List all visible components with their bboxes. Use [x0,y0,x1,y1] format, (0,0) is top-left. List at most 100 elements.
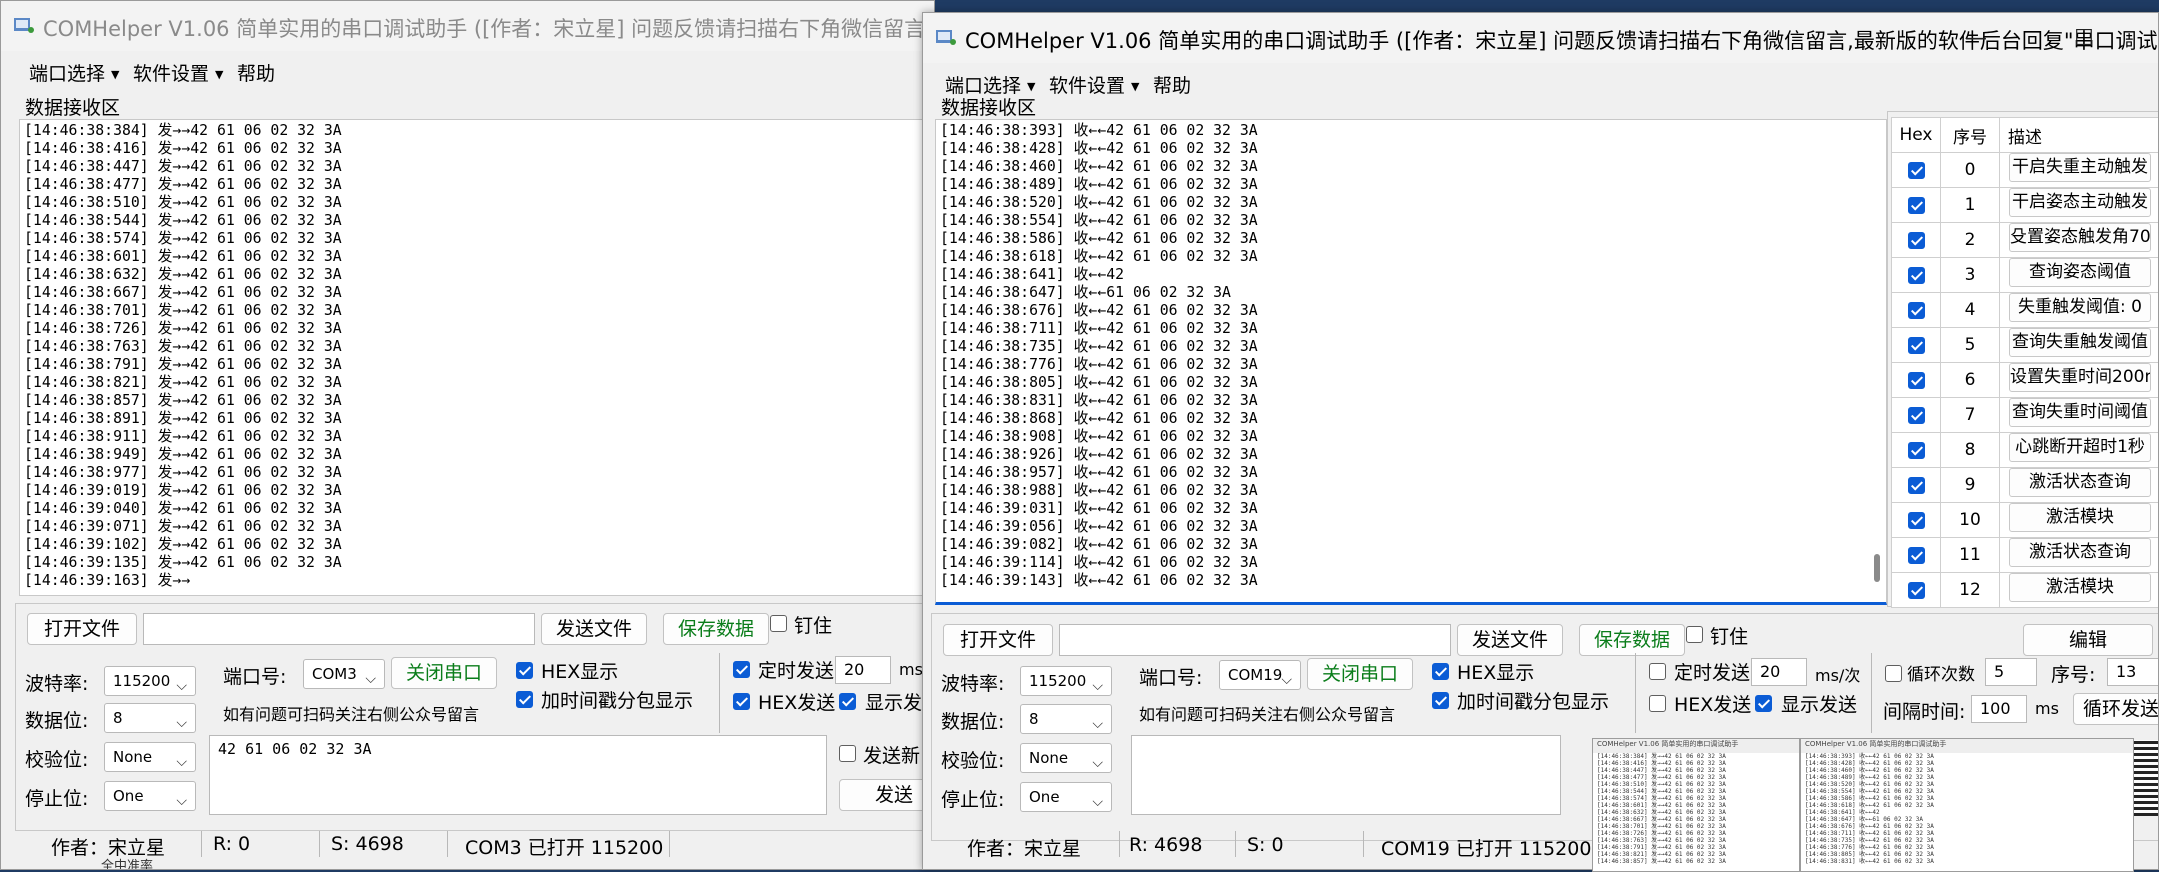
send-button[interactable]: 发送 [839,779,935,811]
hex-checkbox[interactable] [1908,547,1925,564]
command-send-button[interactable]: 设置失重时间200m [2009,363,2151,392]
baud-select[interactable]: 115200⌵ [104,666,196,696]
timed-send-checkbox[interactable] [1649,663,1666,680]
hex-checkbox[interactable] [1908,162,1925,179]
log-line: [14:46:38:763] 发→→42 61 06 02 32 3A [1593,837,1799,844]
command-send-button[interactable]: 激活状态查询 [2009,468,2151,497]
command-send-button[interactable]: 心跳断开超时1秒 [2009,433,2151,462]
command-send-button[interactable]: 干启姿态主动触发 [2009,188,2151,217]
hex-checkbox[interactable] [1908,232,1925,249]
hex-display-checkbox[interactable] [516,662,533,679]
scrollbar-thumb[interactable] [1874,554,1880,582]
hex-checkbox[interactable] [1908,512,1925,529]
send-input[interactable] [1131,735,1561,815]
hex-send-label: HEX发送 [1674,690,1751,717]
command-send-button[interactable]: 激活模块 [2009,503,2151,532]
hex-send-checkbox[interactable] [1649,695,1666,712]
hex-display-checkbox[interactable] [1432,663,1449,680]
send-file-button[interactable]: 发送文件 [1457,624,1563,656]
pin-checkbox[interactable] [1686,626,1703,643]
menu-settings[interactable]: 软件设置▼ [133,59,223,86]
title-bar[interactable]: COMHelper V1.06 简单实用的串口调试助手 ([作者：宋立星] 问题… [1,1,934,51]
minimize-icon[interactable]: — [1953,21,1999,57]
command-send-button[interactable]: 查询姿态阈值 [2009,258,2151,287]
command-send-button[interactable]: 激活状态查询 [2009,538,2151,567]
data-bits-select[interactable]: 8⌵ [1020,704,1112,734]
loop-count-checkbox[interactable] [1885,665,1902,682]
title-bar[interactable]: COMHelper V1.06 简单实用的串口调试助手 ([作者：宋立星] 问题… [923,13,2158,63]
index-cell: 10 [1941,503,2000,538]
scrollbar[interactable] [1872,122,1884,600]
loop-send-button[interactable]: 循环发送 [2073,693,2159,725]
menu-settings[interactable]: 软件设置▼ [1049,71,1139,98]
open-file-button[interactable]: 打开文件 [943,624,1053,656]
send-newline-checkbox[interactable] [839,745,856,762]
timestamp-checkbox[interactable] [1432,692,1449,709]
chevron-down-icon: ▼ [1131,80,1139,93]
receive-area[interactable]: [14:46:38:384] 发→→42 61 06 02 32 3A[14:4… [19,119,935,596]
command-send-button[interactable]: 失重触发阈值: 0 [2009,293,2151,322]
loop-count-input[interactable]: 5 [1985,658,2037,686]
menu-port-select[interactable]: 端口选择▼ [29,59,119,86]
timed-send-checkbox[interactable] [733,661,750,678]
close-port-button[interactable]: 关闭串口 [391,657,497,689]
command-row: 1干启姿态主动触发 [1892,188,2159,223]
seq-input[interactable]: 13 [2107,658,2159,686]
hex-send-label: HEX发送 [758,688,835,715]
file-path-input[interactable] [143,613,535,645]
show-send-checkbox[interactable] [839,693,856,710]
edit-button[interactable]: 编辑 [2023,624,2153,656]
stop-bits-select[interactable]: One⌵ [104,781,196,811]
hex-checkbox[interactable] [1908,302,1925,319]
port-label: 端口号: [223,662,286,689]
save-data-button[interactable]: 保存数据 [1579,624,1685,656]
command-send-button[interactable]: 查询失重触发阈值 [2009,328,2151,357]
save-data-button[interactable]: 保存数据 [663,613,769,645]
menu-help[interactable]: 帮助 [237,59,275,86]
stop-bits-label: 停止位: [25,784,88,811]
command-send-button[interactable]: 查询失重时间阈值 [2009,398,2151,427]
stop-bits-select[interactable]: One⌵ [1020,782,1112,812]
command-send-button[interactable]: 激活模块 [2009,573,2151,602]
parity-select[interactable]: None⌵ [104,742,196,772]
data-bits-select[interactable]: 8⌵ [104,703,196,733]
hex-checkbox[interactable] [1908,337,1925,354]
show-send-checkbox[interactable] [1755,695,1772,712]
show-send-label: 显示发 [865,688,922,715]
gap-input[interactable]: 100 [1971,695,2027,723]
hex-checkbox[interactable] [1908,477,1925,494]
divider [1235,831,1236,857]
hex-cell [1892,223,1941,258]
log-line: [14:46:38:477] 发→→42 61 06 02 32 3A [1593,774,1799,781]
command-send-button[interactable]: 殳置姿态触发角70 [2009,223,2151,252]
hex-checkbox[interactable] [1908,197,1925,214]
parity-select[interactable]: None⌵ [1020,743,1112,773]
hex-checkbox[interactable] [1908,407,1925,424]
hex-checkbox[interactable] [1908,372,1925,389]
command-send-button[interactable]: 干启失重主动触发 [2009,153,2151,182]
port-select[interactable]: COM19⌵ [1219,660,1301,690]
receive-area[interactable]: [14:46:38:393] 收←←42 61 06 02 32 3A[14:4… [935,119,1887,605]
log-line: [14:46:38:926] 收←←42 61 06 02 32 3A [936,446,1886,464]
port-select[interactable]: COM3⌵ [303,659,385,689]
parity-label: 校验位: [941,746,1004,773]
interval-input[interactable]: 20 [835,656,891,684]
pin-label: 钉住 [794,611,832,638]
file-path-input[interactable] [1059,624,1451,656]
hex-checkbox[interactable] [1908,582,1925,599]
baud-select[interactable]: 115200⌵ [1020,666,1112,696]
hex-checkbox[interactable] [1908,442,1925,459]
menu-help[interactable]: 帮助 [1153,71,1191,98]
timestamp-checkbox[interactable] [516,691,533,708]
close-port-button[interactable]: 关闭串口 [1307,658,1413,690]
maximize-icon[interactable]: ☐ [2061,21,2107,57]
pin-checkbox[interactable] [770,615,787,632]
open-file-button[interactable]: 打开文件 [27,613,137,645]
hex-send-checkbox[interactable] [733,693,750,710]
interval-input[interactable]: 20 [1751,658,1807,686]
taskbar-preview-right-window[interactable]: COMHelper V1.06 简单实用的串口调试助手 [14:46:38:39… [1800,738,2134,872]
taskbar-preview-left-window[interactable]: COMHelper V1.06 简单实用的串口调试助手 [14:46:38:38… [1592,738,1800,872]
send-file-button[interactable]: 发送文件 [541,613,647,645]
send-input[interactable]: 42 61 06 02 32 3A [209,735,827,815]
hex-checkbox[interactable] [1908,267,1925,284]
